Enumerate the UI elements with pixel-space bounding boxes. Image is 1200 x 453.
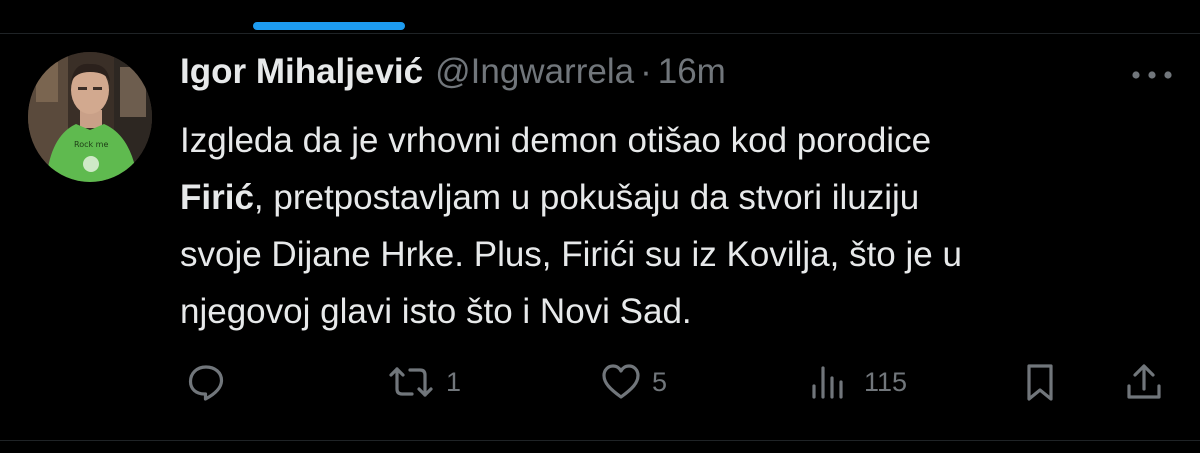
tweet-text-span: , pretpostavljam u pokušaju da stvori il… — [253, 178, 920, 217]
bookmark-button[interactable] — [1022, 362, 1058, 402]
timestamp[interactable]: 16m — [658, 52, 726, 92]
tweet-screen: Rock me Igor Mihaljević @Ingwarrela · 16… — [0, 0, 1200, 453]
bottom-divider — [0, 440, 1200, 441]
avatar[interactable]: Rock me — [28, 52, 152, 182]
active-tab-indicator — [253, 22, 405, 30]
tweet-text-line: Izgleda da je vrhovni demon otišao kod p… — [180, 121, 932, 160]
views-bar-chart-icon — [812, 366, 843, 399]
retweet-icon — [389, 367, 433, 397]
tweet-text-line: njegovoj glavi isto što i Novi Sad. — [180, 292, 692, 331]
more-dots-icon — [1132, 71, 1172, 79]
like-button[interactable]: 5 — [600, 362, 667, 402]
heart-icon — [602, 364, 640, 399]
top-divider — [0, 33, 1200, 34]
retweet-button[interactable]: 1 — [386, 362, 461, 402]
bookmark-icon — [1027, 364, 1053, 401]
tweet-text: Izgleda da je vrhovni demon otišao kod p… — [180, 112, 1170, 340]
tweet-text-line: svoje Dijane Hrke. Plus, Firići su iz Ko… — [180, 235, 962, 274]
more-options-button[interactable] — [1128, 60, 1176, 90]
user-handle[interactable]: @Ingwarrela — [435, 52, 634, 92]
avatar-image: Rock me — [28, 52, 152, 182]
like-count: 5 — [652, 366, 668, 397]
views-count: 115 — [864, 366, 908, 397]
retweet-count: 1 — [446, 366, 462, 397]
avatar-shirt-text: Rock me — [74, 140, 108, 149]
tweet-text-line: Firić, pretpostavljam u pokušaju da stvo… — [180, 169, 1170, 226]
reply-button[interactable] — [186, 362, 226, 402]
tweet-header: Igor Mihaljević @Ingwarrela · 16m — [180, 50, 726, 94]
display-name[interactable]: Igor Mihaljević — [180, 52, 423, 92]
views-button[interactable]: 115 — [810, 362, 907, 402]
separator-dot: · — [640, 52, 652, 91]
tweet-actions-bar: 1 5 115 — [0, 362, 1200, 402]
tweet-text-bold: Firić — [180, 178, 254, 217]
share-button[interactable] — [1124, 362, 1164, 402]
reply-icon — [188, 365, 224, 401]
share-icon — [1127, 364, 1161, 399]
